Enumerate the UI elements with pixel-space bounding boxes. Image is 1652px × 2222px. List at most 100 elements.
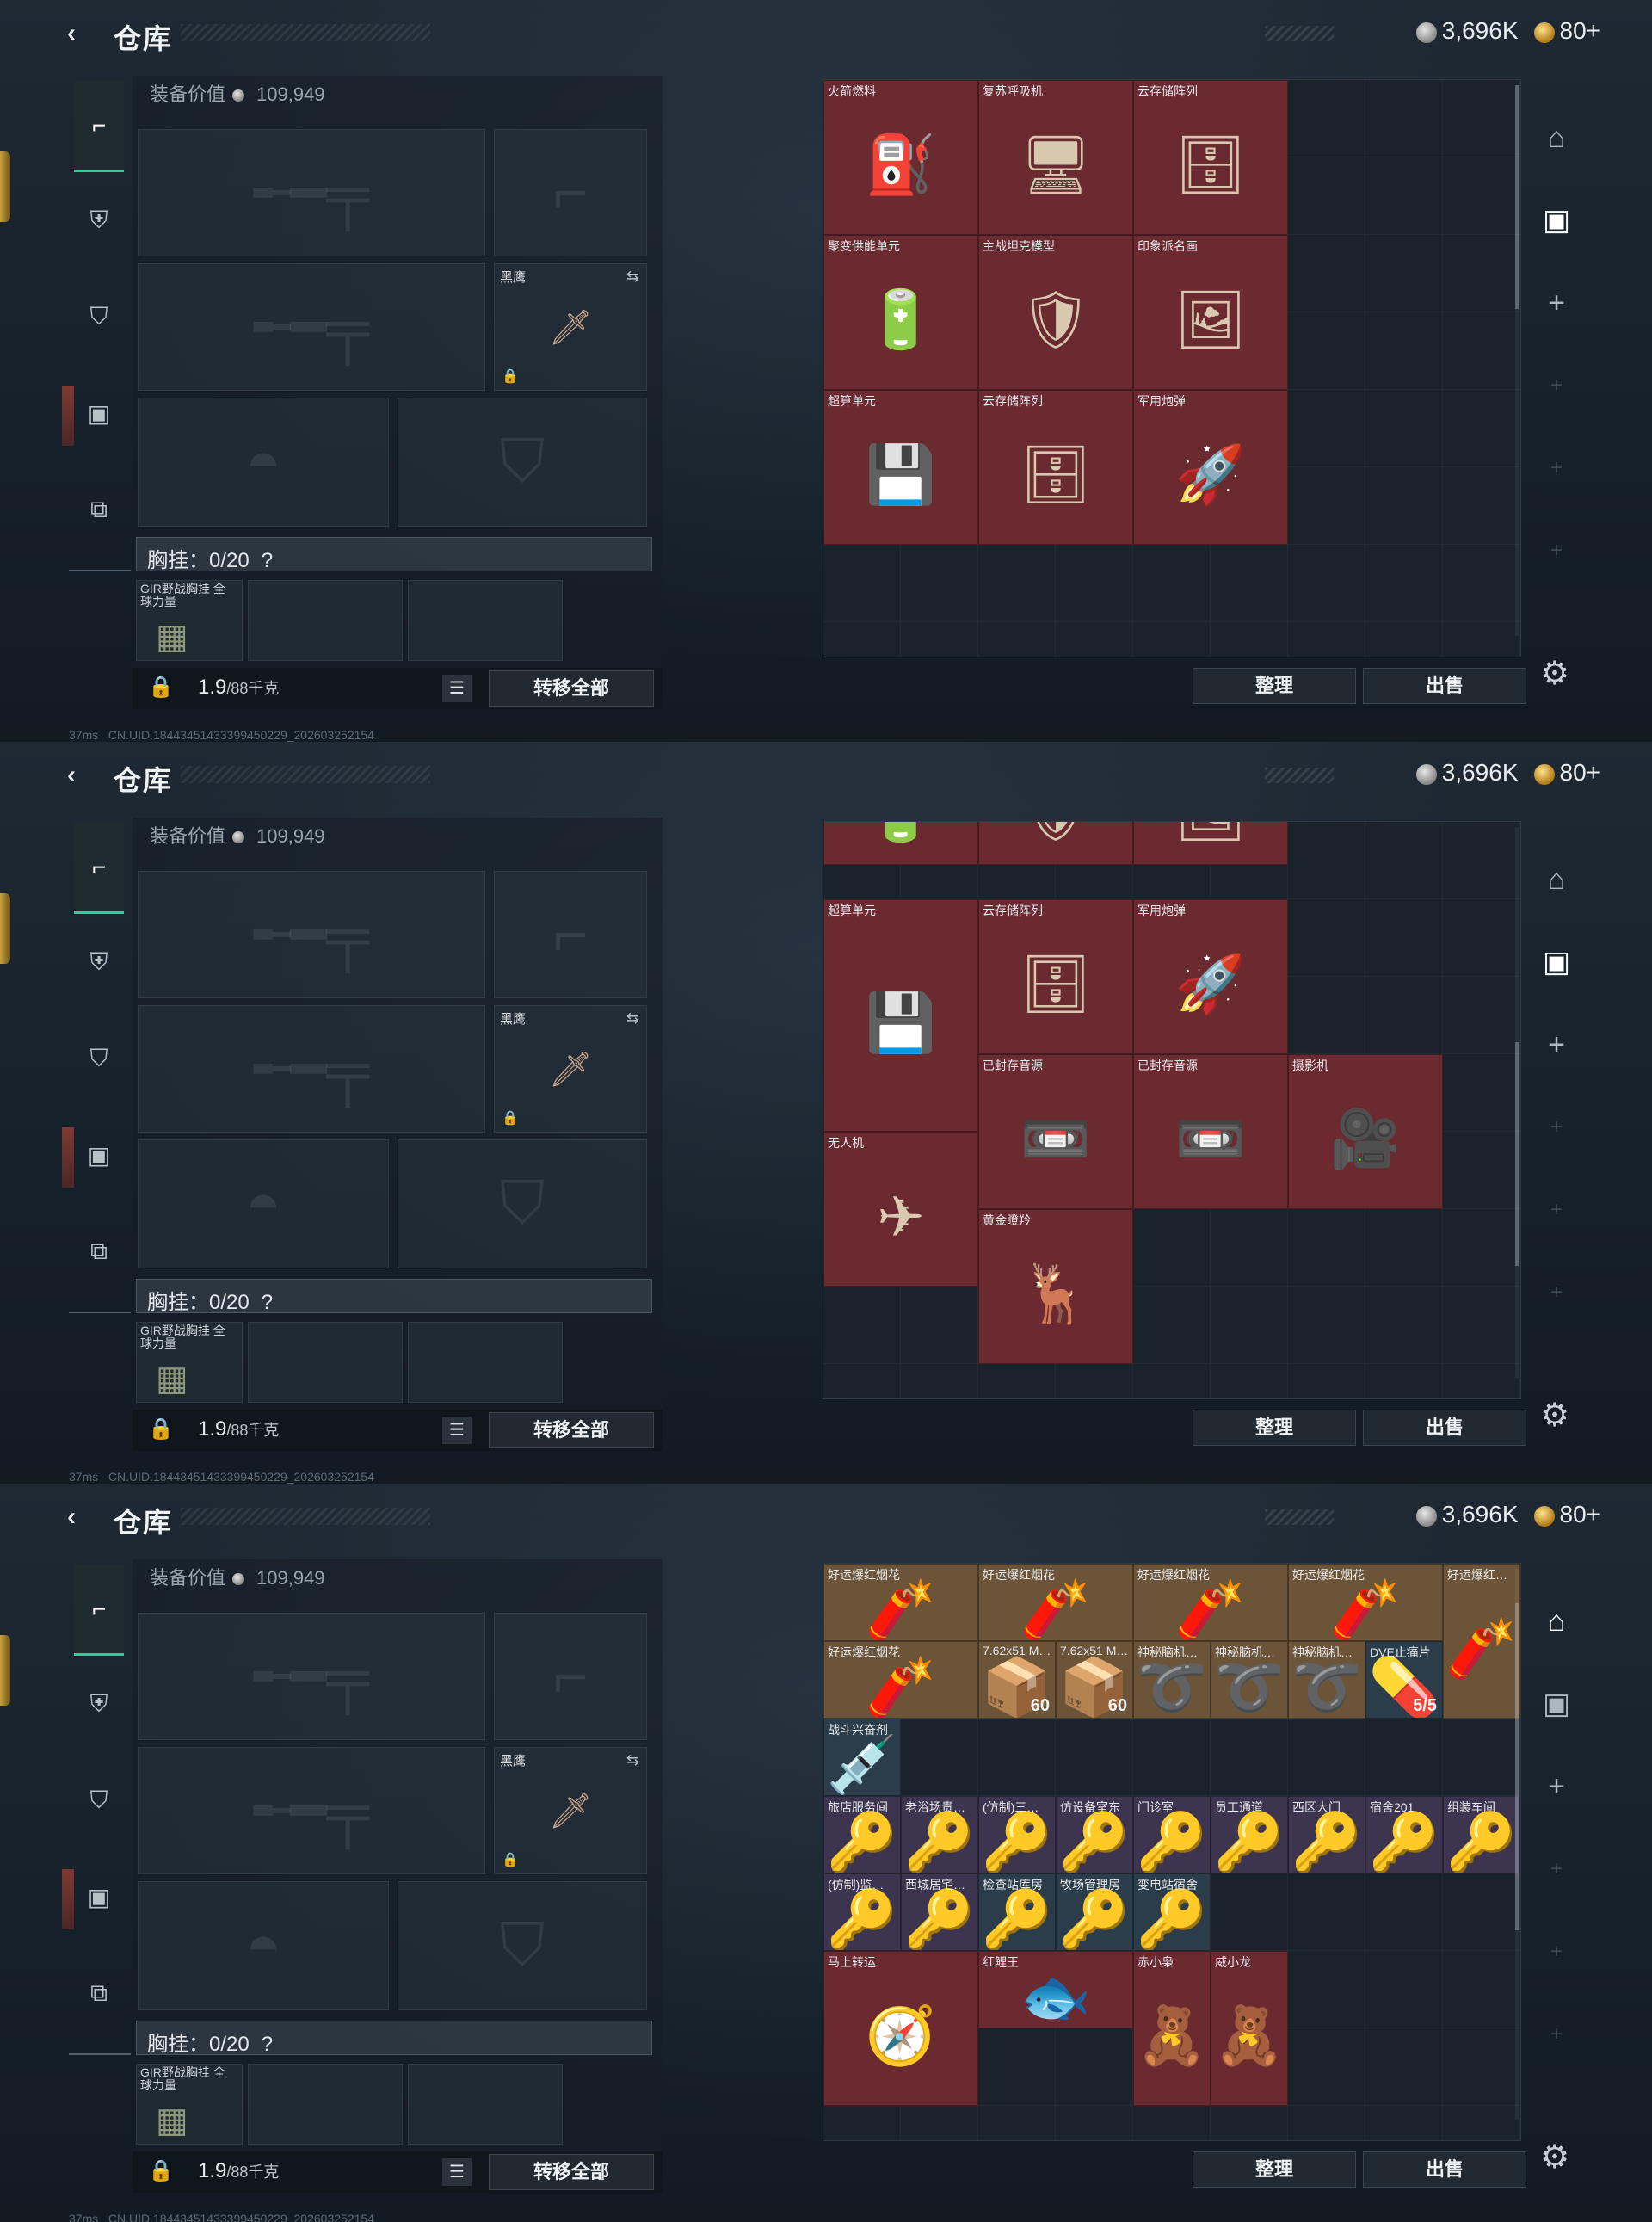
vip-storage-tab-icon[interactable]: ▣ [1535, 179, 1578, 262]
vest-icon[interactable]: ⛨ [74, 1656, 124, 1752]
scrollbar-thumb[interactable] [1515, 85, 1519, 309]
chest-rig-sub-slot[interactable] [408, 1322, 563, 1403]
stash-item[interactable]: (仿制)三… 🔑 [978, 1796, 1056, 1873]
chest-rig-sub-slot[interactable] [408, 580, 563, 661]
silver-currency[interactable]: 3,696K [1415, 759, 1519, 787]
armor-icon[interactable]: ⛉ [74, 1010, 124, 1107]
chest-rig-sub-slot[interactable] [248, 1322, 403, 1403]
silver-currency[interactable]: 3,696K [1415, 1501, 1519, 1528]
stash-item[interactable]: 已封存音源 📼 [978, 1054, 1133, 1209]
stash-item[interactable]: 云存储阵列 🗄 [1133, 80, 1288, 235]
stash-item[interactable]: 军用炮弹 🚀 [1133, 899, 1288, 1054]
stash-item[interactable]: 主战坦克模型 🛡 [978, 235, 1133, 390]
list-icon[interactable]: ☰ [442, 1417, 472, 1444]
pistol-icon[interactable]: ⌐ [74, 81, 124, 172]
pistol-slot[interactable]: ⌐ [494, 1613, 647, 1740]
armor-slot[interactable]: ⛉ [398, 398, 647, 527]
stash-item[interactable]: DVE止痛片 💊 5/5 [1365, 1641, 1443, 1719]
stash-item[interactable]: 🔋 [823, 822, 978, 865]
tidy-button[interactable]: 整理 [1193, 2151, 1356, 2188]
stash-item[interactable]: 云存储阵列 🗄 [978, 390, 1133, 545]
stash-item[interactable]: 聚变供能单元 🔋 [823, 235, 978, 390]
stash-item[interactable]: 好运爆红烟花 🧨 [1133, 1564, 1288, 1641]
stash-item[interactable]: 检查站库房 🔑 [978, 1873, 1056, 1951]
list-icon[interactable]: ☰ [442, 675, 472, 702]
stash-item[interactable]: 赤小枭 🧸 [1133, 1951, 1211, 2106]
help-icon[interactable]: ? [262, 2033, 273, 2056]
warehouse-tab-icon[interactable]: ⌂ [1535, 96, 1578, 179]
vest-icon[interactable]: ⛨ [74, 914, 124, 1010]
chest-rig-sub-slot[interactable] [408, 2064, 563, 2145]
stash-item[interactable]: 已封存音源 📼 [1133, 1054, 1288, 1209]
stash-item[interactable]: 西区大门 🔑 [1288, 1796, 1365, 1873]
toolbox-icon[interactable]: ⧉ [74, 461, 124, 558]
stash-scrollbar[interactable] [1515, 827, 1519, 1378]
primary-weapon-slot[interactable]: ╾━╤ [138, 871, 485, 998]
armor-icon[interactable]: ⛉ [74, 1752, 124, 1849]
stash-item[interactable]: 7.62x51 M… 📦 60 [978, 1641, 1056, 1719]
sell-button[interactable]: 出售 [1363, 668, 1526, 704]
stash-item[interactable]: 好运爆红烟花 🧨 [1288, 1564, 1443, 1641]
stash-item[interactable]: 员工通道 🔑 [1211, 1796, 1288, 1873]
stash-item[interactable]: 7.62x51 M… 📦 60 [1056, 1641, 1133, 1719]
sell-button[interactable]: 出售 [1363, 1410, 1526, 1446]
pistol-icon[interactable]: ⌐ [74, 823, 124, 914]
backpack-icon[interactable]: ▣ [74, 1849, 124, 1945]
stash-item[interactable]: 好运爆红烟花 🧨 [823, 1564, 978, 1641]
list-icon[interactable]: ☰ [442, 2158, 472, 2186]
tidy-button[interactable]: 整理 [1193, 668, 1356, 704]
backpack-icon[interactable]: ▣ [74, 1107, 124, 1203]
stash-item[interactable]: 好运爆红烟花 🧨 [978, 1564, 1133, 1641]
warehouse-tab-icon[interactable]: ⌂ [1535, 1580, 1578, 1663]
gold-currency[interactable]: 80+ [1533, 1501, 1600, 1528]
stash-item[interactable]: 牧场管理房 🔑 [1056, 1873, 1133, 1951]
back-arrow-icon[interactable]: ‹ [67, 19, 76, 48]
stash-item[interactable]: 西城居宅… 🔑 [901, 1873, 978, 1951]
stash-item[interactable]: 超算单元 💾 [823, 899, 978, 1132]
stash-item[interactable]: 🛡 [978, 822, 1133, 865]
stash-item[interactable]: 旅店服务间 🔑 [823, 1796, 901, 1873]
help-icon[interactable]: ? [262, 1291, 273, 1314]
stash-item[interactable]: 门诊室 🔑 [1133, 1796, 1211, 1873]
stash-item[interactable]: 马上转运 🧭 [823, 1951, 978, 2106]
transfer-all-button[interactable]: 转移全部 [489, 1412, 654, 1448]
stash-item[interactable]: 超算单元 💾 [823, 390, 978, 545]
melee-slot[interactable]: 黑鹰 ⇆ 🗡 🔒 [494, 263, 647, 391]
stash-item[interactable]: 神秘脑机… ➰ [1133, 1641, 1211, 1719]
chest-rig-sub-slot[interactable] [248, 580, 403, 661]
stash-item[interactable]: (仿制)监… 🔑 [823, 1873, 901, 1951]
armor-slot[interactable]: ⛉ [398, 1139, 647, 1268]
stash-scrollbar[interactable] [1515, 85, 1519, 636]
stash-item[interactable]: 战斗兴奋剂 💉 [823, 1719, 901, 1796]
scrollbar-thumb[interactable] [1515, 1042, 1519, 1266]
stash-item[interactable]: 神秘脑机… ➰ [1211, 1641, 1288, 1719]
melee-slot[interactable]: 黑鹰 ⇆ 🗡 🔒 [494, 1747, 647, 1874]
stash-item[interactable]: 仿设备室东 🔑 [1056, 1796, 1133, 1873]
chest-rig-sub-slot[interactable] [248, 2064, 403, 2145]
stash-item[interactable]: 黄金瞪羚 🦌 [978, 1209, 1133, 1364]
stash-item[interactable]: 好运爆红烟花 🧨 [823, 1641, 978, 1719]
pistol-slot[interactable]: ⌐ [494, 129, 647, 256]
stash-item[interactable]: 军用炮弹 🚀 [1133, 390, 1288, 545]
stash-item[interactable]: 好运爆红… 🧨 [1443, 1564, 1520, 1719]
stash-item[interactable]: 变电站宿舍 🔑 [1133, 1873, 1211, 1951]
stash-item[interactable]: 无人机 ✈ [823, 1132, 978, 1287]
gear-icon[interactable]: ⚙ [1540, 2138, 1569, 2176]
stash-item[interactable]: 云存储阵列 🗄 [978, 899, 1133, 1054]
stash-item[interactable]: 神秘脑机… ➰ [1288, 1641, 1365, 1719]
lock-icon[interactable]: 🔒 [148, 1417, 174, 1441]
back-arrow-icon[interactable]: ‹ [67, 761, 76, 790]
stash-item[interactable]: 宿舍201 🔑 [1365, 1796, 1443, 1873]
stash-item[interactable]: 火箭燃料 ⛽ [823, 80, 978, 235]
vip-storage-tab-icon[interactable]: ▣ [1535, 921, 1578, 1003]
vip-storage-tab-icon[interactable]: ▣ [1535, 1663, 1578, 1745]
stash-item[interactable]: 🖼 [1133, 822, 1288, 865]
add-tab-icon[interactable]: + [1535, 1003, 1578, 1086]
warehouse-tab-icon[interactable]: ⌂ [1535, 838, 1578, 921]
gear-icon[interactable]: ⚙ [1540, 1396, 1569, 1435]
stash-item[interactable]: 组装车间 🔑 [1443, 1796, 1520, 1873]
stash-item[interactable]: 复苏呼吸机 🖥 [978, 80, 1133, 235]
stash-item[interactable]: 摄影机 🎥 [1288, 1054, 1443, 1209]
add-tab-icon[interactable]: + [1535, 262, 1578, 344]
armor-slot[interactable]: ⛉ [398, 1881, 647, 2010]
